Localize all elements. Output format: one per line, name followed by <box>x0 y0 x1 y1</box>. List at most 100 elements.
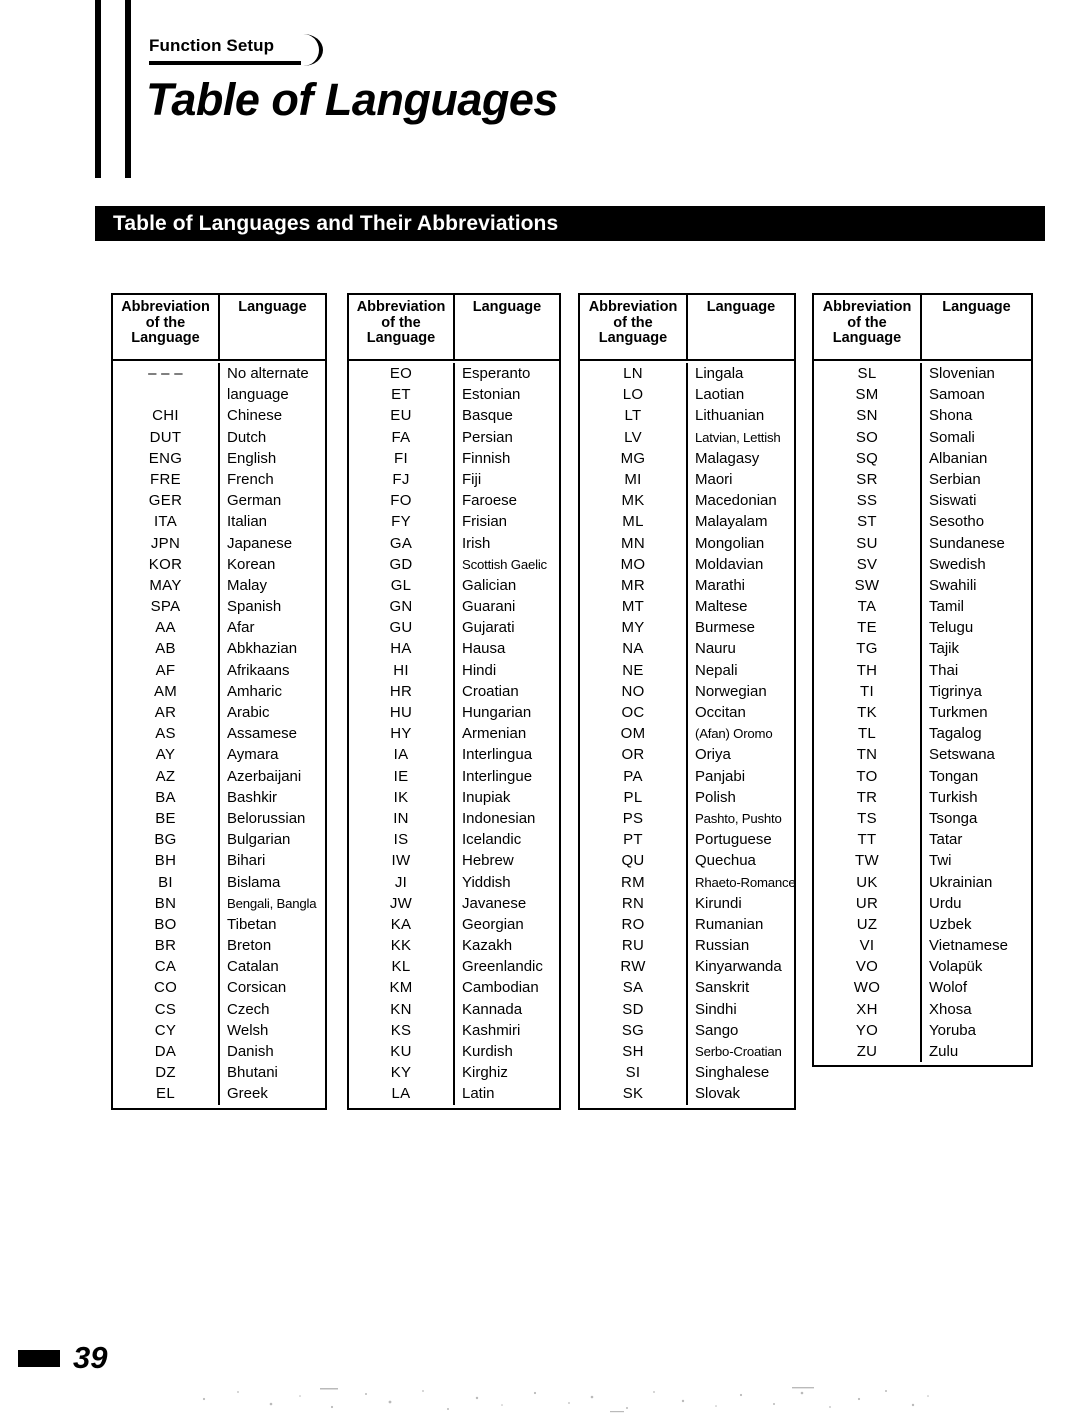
cell-abbreviation: KOR <box>113 553 220 575</box>
cell-language: Persian <box>462 428 513 446</box>
cell-language: No alternate <box>227 365 309 382</box>
section-banner-title: Table of Languages and Their Abbreviatio… <box>113 212 559 235</box>
cell-abbreviation: KA <box>349 913 455 936</box>
table-row: MAY Malay <box>113 574 325 597</box>
table-row: SPA Spanish <box>113 596 325 618</box>
cell-language: Danish <box>227 1043 274 1060</box>
table-row: BR Breton <box>113 935 325 957</box>
column-header-abbreviation: Abbreviation of the Language <box>580 295 688 359</box>
cell-abbreviation: LT <box>580 405 688 427</box>
cell-abbreviation: TT <box>814 829 922 851</box>
cell-language: Kinyarwanda <box>695 958 782 976</box>
cell-language: Siswati <box>929 492 977 510</box>
cell-abbreviation: DA <box>113 1041 220 1063</box>
page-number: 39 <box>73 1340 108 1375</box>
table-row: SN Shona <box>814 405 1031 427</box>
table-row: VO Volapük <box>814 956 1031 978</box>
cell-abbreviation: NO <box>580 680 688 702</box>
cell-abbreviation: ST <box>814 511 922 533</box>
table-row: AB Abkhazian <box>113 638 325 660</box>
cell-language: Interlingua <box>462 746 533 764</box>
cell-language: Volapük <box>929 958 983 976</box>
table-row: NA Nauru <box>580 638 794 660</box>
cell-language: Amharic <box>227 682 283 700</box>
cell-abbreviation: HY <box>349 723 455 745</box>
cell-abbreviation: CA <box>113 956 220 978</box>
cell-abbreviation: IK <box>349 786 455 808</box>
table-row: SW Swahili <box>814 574 1031 597</box>
table-row: ET Estonian <box>349 384 559 406</box>
cell-language: Kurdish <box>462 1043 513 1060</box>
table-row: HA Hausa <box>349 638 559 660</box>
table-row: AM Amharic <box>113 680 325 702</box>
table-row: EU Basque <box>349 405 559 427</box>
cell-language: Greek <box>227 1085 268 1103</box>
cell-abbreviation: MR <box>580 574 688 597</box>
cell-abbreviation: EL <box>113 1083 220 1105</box>
cell-language: Moldavian <box>695 555 764 573</box>
table-row: BA Bashkir <box>113 786 325 808</box>
table-row: IN Indonesian <box>349 807 559 830</box>
cell-abbreviation: VO <box>814 956 922 978</box>
cell-abbreviation: ET <box>349 384 455 406</box>
cell-language: Telugu <box>929 619 974 637</box>
table-row: TK Turkmen <box>814 702 1031 724</box>
cell-language: Bulgarian <box>227 831 291 849</box>
table-row: HI Hindi <box>349 659 559 681</box>
cell-abbreviation: BI <box>113 871 220 893</box>
table-row: ITA Italian <box>113 511 325 533</box>
table-row: IA Interlingua <box>349 744 559 766</box>
cell-abbreviation: HI <box>349 659 455 681</box>
cell-abbreviation: CY <box>113 1019 220 1041</box>
cell-language: Serbian <box>929 470 981 488</box>
cell-abbreviation: JPN <box>113 532 220 554</box>
cell-abbreviation: IA <box>349 744 455 766</box>
cell-abbreviation: BR <box>113 935 220 957</box>
cell-abbreviation: MAY <box>113 574 220 597</box>
column-header-abbreviation-line-3: Language <box>366 330 436 346</box>
cell-language: Tibetan <box>227 915 277 933</box>
cell-language: Bihari <box>227 852 266 870</box>
cell-language: Bhutani <box>227 1064 278 1082</box>
cell-abbreviation: SO <box>814 426 922 448</box>
cell-abbreviation: ITA <box>113 511 220 533</box>
cell-language: Turkmen <box>929 704 988 721</box>
table-row: GU Gujarati <box>349 617 559 639</box>
table-row: TO Tongan <box>814 765 1031 787</box>
cell-language: Azerbaijani <box>227 767 302 785</box>
cell-abbreviation: OC <box>580 702 688 724</box>
table-row: GL Galician <box>349 574 559 597</box>
table-row: BH Bihari <box>113 850 325 872</box>
language-table-1: Abbreviation of the Language Language – – – N… <box>111 293 327 1110</box>
table-row: EL Greek <box>113 1083 325 1105</box>
cell-abbreviation: CO <box>113 977 220 999</box>
table-row: KN Kannada <box>349 998 559 1020</box>
table-row: CA Catalan <box>113 956 325 978</box>
table-row: GN Guarani <box>349 596 559 618</box>
cell-abbreviation: BO <box>113 913 220 936</box>
table-row: SU Sundanese <box>814 532 1031 554</box>
cell-abbreviation: FI <box>349 447 455 469</box>
cell-abbreviation: OR <box>580 744 688 766</box>
cell-language: Twi <box>929 852 952 870</box>
cell-language: Greenlandic <box>462 958 543 976</box>
table-row: BI Bislama <box>113 871 325 893</box>
cell-abbreviation: SV <box>814 553 922 575</box>
cell-language: Tigrinya <box>929 682 982 700</box>
cell-language: Kashmiri <box>462 1021 521 1039</box>
cell-abbreviation: WO <box>814 977 922 999</box>
cell-abbreviation: BH <box>113 850 220 872</box>
cell-language: Tamil <box>929 598 965 616</box>
cell-language: Lingala <box>695 365 744 382</box>
cell-language: Armenian <box>462 725 527 743</box>
cell-language: Nepali <box>695 661 738 679</box>
table-row: ZU Zulu <box>814 1041 1031 1063</box>
cell-abbreviation: BA <box>113 786 220 808</box>
cell-language: Latvian, Lettish <box>695 429 781 445</box>
cell-language: Somali <box>929 428 975 446</box>
cell-language: Breton <box>227 937 272 955</box>
cell-abbreviation: JW <box>349 892 455 914</box>
table-row: PS Pashto, Pushto <box>580 807 794 830</box>
cell-abbreviation: DUT <box>113 426 220 448</box>
table-row: MR Marathi <box>580 574 794 597</box>
